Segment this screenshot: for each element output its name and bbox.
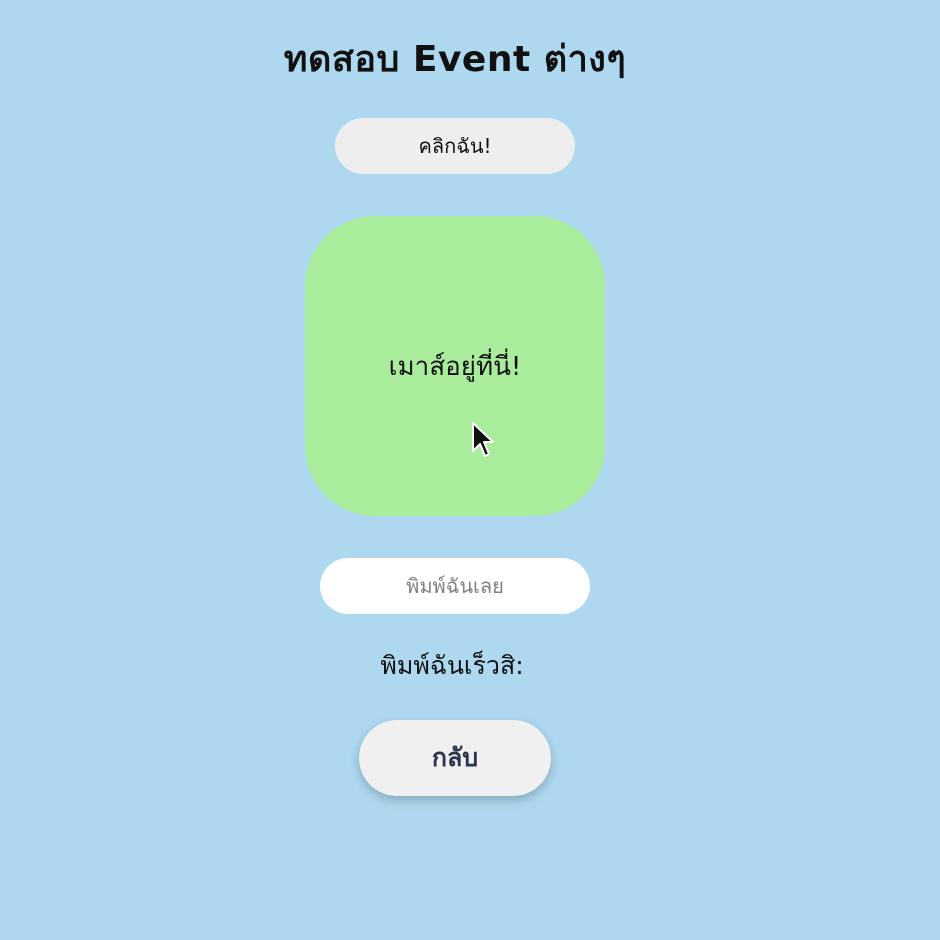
back-button[interactable]: กลับ [359,720,551,796]
mouse-pointer-icon [472,422,494,457]
page-title: ทดสอบ Event ต่างๆ [283,39,627,80]
type-here-input[interactable] [320,558,590,614]
typed-text-output: พิมพ์ฉันเร็วสิ: [380,651,524,680]
click-me-button[interactable]: คลิกฉัน! [335,118,575,174]
mouse-hover-box[interactable]: เมาส์อยู่ที่นี่! [305,216,605,516]
hover-box-label: เมาส์อยู่ที่นี่! [388,351,522,382]
